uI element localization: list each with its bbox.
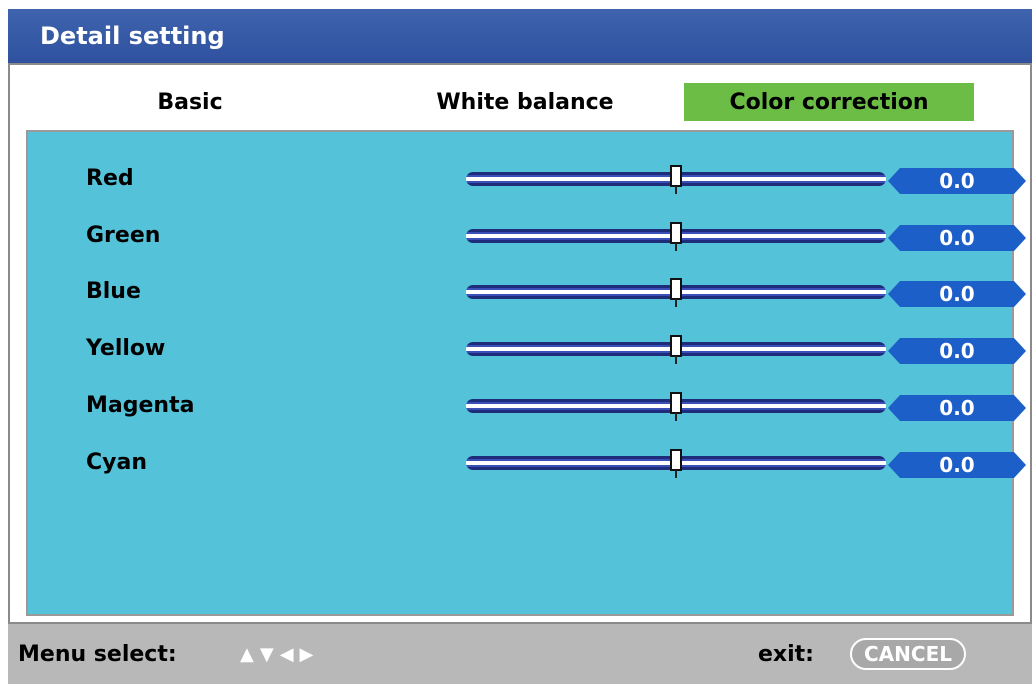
down-arrow-icon: ▼ <box>259 644 274 665</box>
slider-center-tick <box>675 470 677 478</box>
menu-arrows: ▲ ▼ ◀ ▶ <box>240 646 313 664</box>
footer-bar: Menu select: ▲ ▼ ◀ ▶ exit: CANCEL <box>8 624 1032 684</box>
slider-center-tick <box>675 243 677 251</box>
setting-value: 0.0 <box>888 225 1026 251</box>
right-arrow-icon: ▶ <box>299 644 314 665</box>
tab-basic[interactable]: Basic <box>120 83 260 121</box>
exit-label: exit: <box>758 642 814 667</box>
setting-row-magenta[interactable]: Magenta 0.0 <box>28 385 1012 425</box>
slider-knob[interactable] <box>670 392 682 414</box>
slider-center-tick <box>675 299 677 307</box>
setting-label: Magenta <box>86 393 195 418</box>
setting-value: 0.0 <box>888 168 1026 194</box>
slider-knob[interactable] <box>670 449 682 471</box>
setting-row-yellow[interactable]: Yellow 0.0 <box>28 328 1012 368</box>
magenta-slider[interactable] <box>466 392 886 421</box>
setting-value: 0.0 <box>888 452 1026 478</box>
setting-row-blue[interactable]: Blue 0.0 <box>28 271 1012 311</box>
slider-center-tick <box>675 356 677 364</box>
slider-knob[interactable] <box>670 222 682 244</box>
up-arrow-icon: ▲ <box>240 644 254 665</box>
settings-panel: Red 0.0 Green 0.0 Blue 0.0 Yellow 0.0 Ma… <box>26 130 1014 616</box>
tab-white-balance[interactable]: White balance <box>400 83 650 121</box>
setting-value: 0.0 <box>888 281 1026 307</box>
setting-row-cyan[interactable]: Cyan 0.0 <box>28 442 1012 482</box>
setting-label: Red <box>86 166 134 191</box>
green-slider[interactable] <box>466 222 886 251</box>
detail-setting-window: Detail setting Basic White balance Color… <box>0 0 1036 684</box>
cyan-slider[interactable] <box>466 449 886 478</box>
red-slider[interactable] <box>466 165 886 194</box>
window-title: Detail setting <box>40 22 225 50</box>
title-bar: Detail setting <box>8 9 1032 63</box>
setting-label: Green <box>86 223 161 248</box>
setting-row-green[interactable]: Green 0.0 <box>28 215 1012 255</box>
slider-knob[interactable] <box>670 278 682 300</box>
left-arrow-icon: ◀ <box>279 644 294 665</box>
blue-slider[interactable] <box>466 278 886 307</box>
cancel-button[interactable]: CANCEL <box>850 638 966 670</box>
slider-center-tick <box>675 186 677 194</box>
menu-select-label: Menu select: <box>18 642 177 667</box>
slider-center-tick <box>675 413 677 421</box>
tab-color-correction[interactable]: Color correction <box>684 83 974 121</box>
slider-knob[interactable] <box>670 335 682 357</box>
yellow-slider[interactable] <box>466 335 886 364</box>
setting-row-red[interactable]: Red 0.0 <box>28 158 1012 198</box>
setting-label: Blue <box>86 279 141 304</box>
setting-label: Cyan <box>86 450 147 475</box>
setting-value: 0.0 <box>888 338 1026 364</box>
setting-label: Yellow <box>86 336 166 361</box>
slider-knob[interactable] <box>670 165 682 187</box>
setting-value: 0.0 <box>888 395 1026 421</box>
